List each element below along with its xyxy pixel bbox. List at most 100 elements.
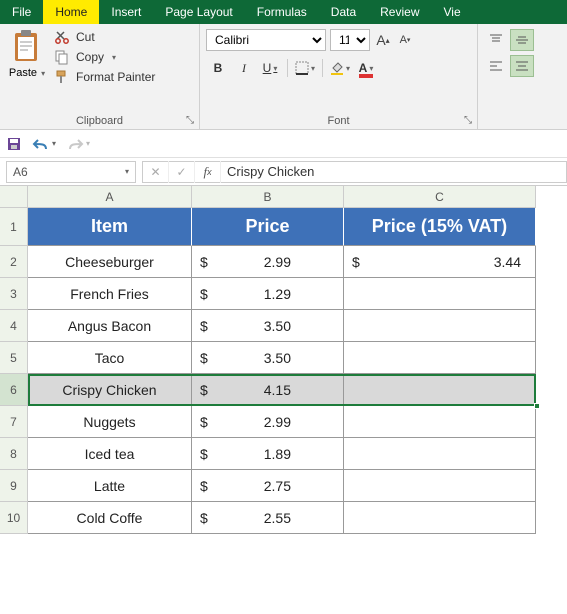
- cell-item[interactable]: Nuggets: [28, 406, 192, 438]
- align-left-button[interactable]: [484, 55, 508, 77]
- row-header[interactable]: 1: [0, 208, 28, 246]
- row-header[interactable]: 7: [0, 406, 28, 438]
- cut-label: Cut: [76, 30, 95, 44]
- decrease-font-button[interactable]: A▾: [396, 29, 414, 51]
- chevron-down-icon: ▾: [112, 53, 116, 62]
- align-center-button[interactable]: [510, 55, 534, 77]
- name-box[interactable]: A6▾: [6, 161, 136, 183]
- font-group-label: Font: [206, 115, 471, 127]
- cell-price[interactable]: $2.55: [192, 502, 344, 534]
- tab-review[interactable]: Review: [368, 0, 431, 24]
- row-header[interactable]: 5: [0, 342, 28, 374]
- font-size-select[interactable]: 11: [330, 29, 370, 51]
- fill-handle[interactable]: [534, 403, 540, 409]
- cell-vat[interactable]: [344, 470, 536, 502]
- cell-vat[interactable]: [344, 342, 536, 374]
- select-all-corner[interactable]: [0, 186, 28, 208]
- row-header[interactable]: 10: [0, 502, 28, 534]
- align-left-icon: [488, 59, 504, 73]
- cell-item[interactable]: Cheeseburger: [28, 246, 192, 278]
- save-button[interactable]: [6, 136, 22, 152]
- cell-vat[interactable]: $3.44: [344, 246, 536, 278]
- tab-data[interactable]: Data: [319, 0, 368, 24]
- row-header[interactable]: 2: [0, 246, 28, 278]
- cell-price[interactable]: $1.89: [192, 438, 344, 470]
- table-row: 6Crispy Chicken$4.15: [0, 374, 567, 406]
- fill-color-button[interactable]: ▾: [328, 57, 352, 79]
- cancel-formula-button[interactable]: ✕: [143, 161, 169, 183]
- cell-price[interactable]: $4.15: [192, 374, 344, 406]
- table-row: 5Taco$3.50: [0, 342, 567, 374]
- name-box-value: A6: [13, 165, 28, 179]
- cell-vat[interactable]: [344, 406, 536, 438]
- row-header[interactable]: 3: [0, 278, 28, 310]
- col-header-a[interactable]: A: [28, 186, 192, 208]
- table-row: 8Iced tea$1.89: [0, 438, 567, 470]
- header-price[interactable]: Price: [192, 208, 344, 246]
- align-middle-button[interactable]: [510, 29, 534, 51]
- spreadsheet-grid[interactable]: A B C 1 Item Price Price (15% VAT) 2Chee…: [0, 186, 567, 534]
- cell-price[interactable]: $2.75: [192, 470, 344, 502]
- cell-item[interactable]: Iced tea: [28, 438, 192, 470]
- cell-item[interactable]: Taco: [28, 342, 192, 374]
- tab-formulas[interactable]: Formulas: [245, 0, 319, 24]
- borders-button[interactable]: ▾: [293, 57, 317, 79]
- ribbon-group-font: Calibri 11 A▴ A▾ B I U▾ ▾ ▾ A▾ Font ⤡: [200, 24, 478, 129]
- font-name-select[interactable]: Calibri: [206, 29, 326, 51]
- cell-vat[interactable]: [344, 310, 536, 342]
- row-header[interactable]: 9: [0, 470, 28, 502]
- cell-price[interactable]: $3.50: [192, 310, 344, 342]
- cell-price[interactable]: $3.50: [192, 342, 344, 374]
- tab-page-layout[interactable]: Page Layout: [153, 0, 244, 24]
- chevron-down-icon: ▾: [273, 64, 277, 73]
- align-top-icon: [488, 33, 504, 47]
- ribbon-group-align: [478, 24, 564, 129]
- col-header-b[interactable]: B: [192, 186, 344, 208]
- align-top-button[interactable]: [484, 29, 508, 51]
- cell-price[interactable]: $2.99: [192, 246, 344, 278]
- cell-item[interactable]: Crispy Chicken: [28, 374, 192, 406]
- cell-vat[interactable]: [344, 374, 536, 406]
- align-middle-icon: [514, 33, 530, 47]
- cell-vat[interactable]: [344, 502, 536, 534]
- tab-home[interactable]: Home: [43, 0, 99, 24]
- redo-button[interactable]: ▾: [66, 136, 90, 152]
- tab-file[interactable]: File: [0, 0, 43, 24]
- format-painter-button[interactable]: Format Painter: [54, 69, 155, 85]
- cell-price[interactable]: $2.99: [192, 406, 344, 438]
- table-row: 9Latte$2.75: [0, 470, 567, 502]
- row-header[interactable]: 8: [0, 438, 28, 470]
- tab-view[interactable]: Vie: [432, 0, 473, 24]
- cell-item[interactable]: Latte: [28, 470, 192, 502]
- cell-item[interactable]: Cold Coffe: [28, 502, 192, 534]
- undo-button[interactable]: ▾: [32, 136, 56, 152]
- clipboard-launcher[interactable]: ⤡: [183, 113, 197, 127]
- cut-button[interactable]: Cut: [54, 29, 155, 45]
- italic-button[interactable]: I: [232, 57, 256, 79]
- underline-button[interactable]: U▾: [258, 57, 282, 79]
- cell-item[interactable]: French Fries: [28, 278, 192, 310]
- header-vat[interactable]: Price (15% VAT): [344, 208, 536, 246]
- font-launcher[interactable]: ⤡: [461, 113, 475, 127]
- increase-font-button[interactable]: A▴: [374, 29, 392, 51]
- cell-vat[interactable]: [344, 438, 536, 470]
- header-item[interactable]: Item: [28, 208, 192, 246]
- enter-formula-button[interactable]: ✓: [169, 161, 195, 183]
- row-header[interactable]: 4: [0, 310, 28, 342]
- col-header-c[interactable]: C: [344, 186, 536, 208]
- cell-vat[interactable]: [344, 278, 536, 310]
- row-header[interactable]: 6: [0, 374, 28, 406]
- cell-item[interactable]: Angus Bacon: [28, 310, 192, 342]
- copy-button[interactable]: Copy▾: [54, 49, 155, 65]
- bold-button[interactable]: B: [206, 57, 230, 79]
- paste-button[interactable]: Paste▾: [6, 27, 48, 85]
- cell-price[interactable]: $1.29: [192, 278, 344, 310]
- ribbon-group-clipboard: Paste▾ Cut Copy▾ Format Painter Clipboar…: [0, 24, 200, 129]
- table-row: 7Nuggets$2.99: [0, 406, 567, 438]
- chevron-down-icon: ▾: [369, 64, 373, 73]
- tab-insert[interactable]: Insert: [99, 0, 153, 24]
- paintbrush-icon: [54, 69, 70, 85]
- formula-bar-input[interactable]: [221, 161, 567, 183]
- fx-button[interactable]: fx: [195, 161, 221, 183]
- font-color-button[interactable]: A▾: [354, 57, 378, 79]
